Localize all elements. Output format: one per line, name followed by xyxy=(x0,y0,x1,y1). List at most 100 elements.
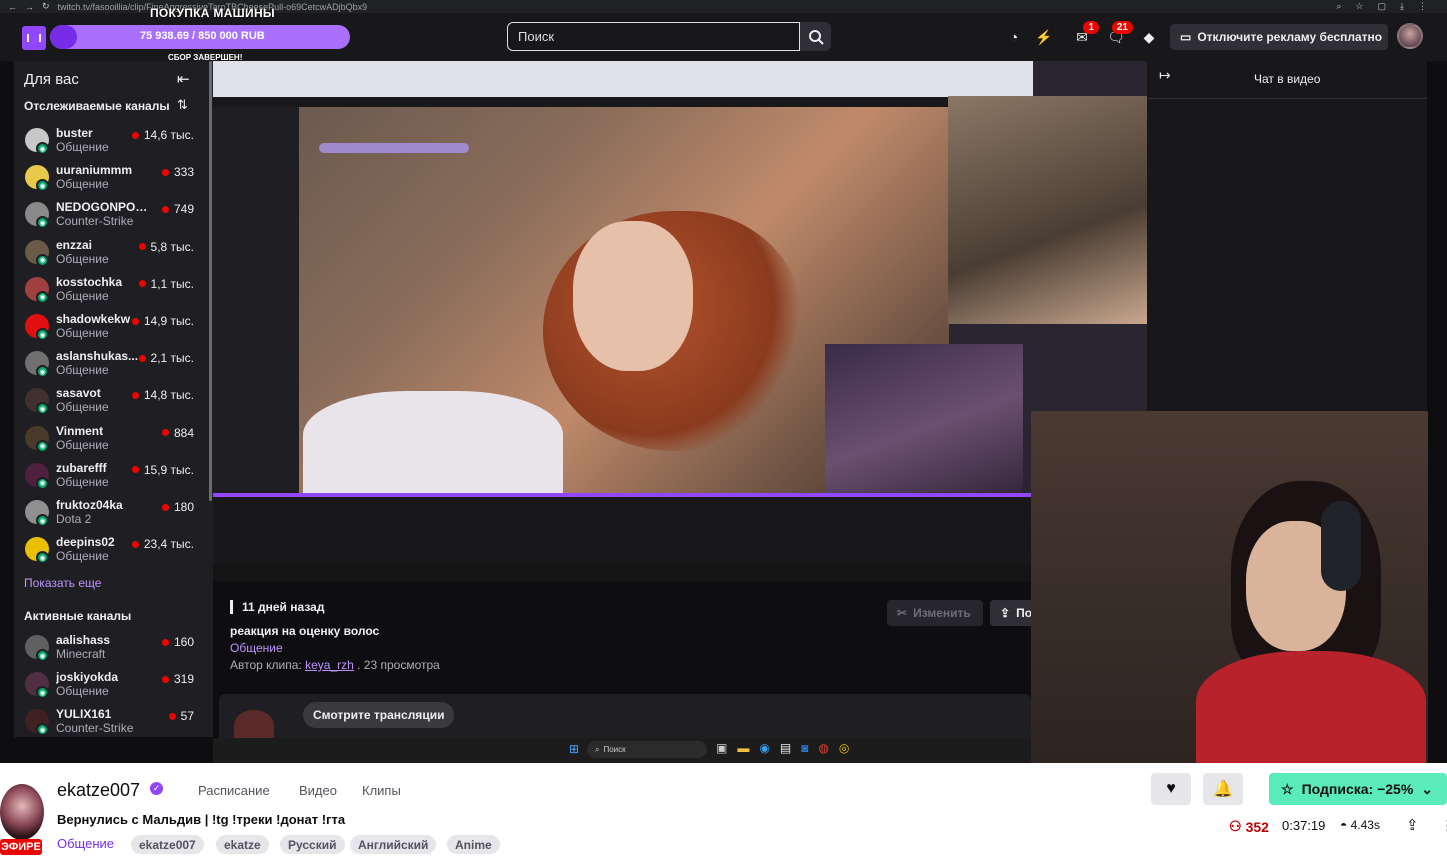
drops-icon[interactable]: ◔ xyxy=(1005,28,1023,46)
sidebar-channel-item[interactable]: ◉ enzzai Общение 5,8 тыс. xyxy=(14,234,213,271)
channel-name: fruktoz04ka xyxy=(56,498,123,512)
sidebar-channel-item[interactable]: ◉ joskiyokda Общение 319 xyxy=(14,666,213,703)
notify-button[interactable]: 🔔 xyxy=(1203,773,1243,805)
collapse-sidebar-icon[interactable]: ⇤ xyxy=(177,70,190,88)
stream-category-link[interactable]: Общение xyxy=(57,836,114,851)
sidebar-channel-item[interactable]: ◉ sasavot Общение 14,8 тыс. xyxy=(14,382,213,419)
sidebar-channel-item[interactable]: ◉ buster Общение 14,6 тыс. xyxy=(14,122,213,159)
sidebar-channel-item[interactable]: ◉ deepins02 Общение 23,4 тыс. xyxy=(14,531,213,568)
follow-button[interactable]: ♥ xyxy=(1151,773,1191,805)
download-icon[interactable]: ⤓ xyxy=(1400,1,1404,12)
live-indicator-icon: ◉ xyxy=(36,686,49,700)
viewer-count-value: 333 xyxy=(173,165,194,180)
viewer-count: 884 xyxy=(161,425,194,440)
outlook-icon[interactable]: ◙ xyxy=(801,741,808,755)
inbox-button[interactable]: ✉ 1 xyxy=(1073,21,1099,46)
video-player[interactable] xyxy=(213,61,1147,582)
tag-pill[interactable]: Русский xyxy=(280,835,345,854)
clip-author-line: Автор клипа: keya_rzh . 23 просмотра xyxy=(230,658,440,672)
tag-pill[interactable]: ekatze007 xyxy=(131,835,204,854)
edge-icon[interactable]: ◉ xyxy=(759,741,769,755)
more-options-icon[interactable]: ⋮ xyxy=(1440,816,1447,834)
star-icon[interactable]: ☆ xyxy=(1355,1,1363,12)
bits-icon[interactable]: ◆ xyxy=(1140,28,1158,46)
sidebar-channel-item[interactable]: ◉ shadowkekw Общение 14,9 тыс. xyxy=(14,308,213,345)
subscribe-button[interactable]: ☆ Подписка: −25% ⌄ xyxy=(1269,773,1447,805)
cam-overlay-1 xyxy=(948,96,1147,324)
extensions-icon[interactable]: ▢ xyxy=(1378,1,1387,12)
twitch-logo-icon[interactable] xyxy=(22,26,46,50)
sidebar-channel-item[interactable]: ◉ Vinment Общение 884 xyxy=(14,420,213,457)
channel-name[interactable]: ekatze007 xyxy=(57,780,140,801)
viewer-count-value: 884 xyxy=(173,425,194,440)
sidebar-channel-item[interactable]: ◉ aalishass Minecraft 160 xyxy=(14,629,213,666)
ad-free-button[interactable]: ▭ Отключите рекламу бесплатно xyxy=(1170,24,1388,50)
clip-author-link[interactable]: keya_rzh xyxy=(305,658,354,672)
viewer-count: 160 xyxy=(161,635,194,649)
sort-icon[interactable]: ⇅ xyxy=(177,97,188,113)
channel-category: Общение xyxy=(56,140,109,154)
viewer-count-value: 23,4 тыс. xyxy=(143,537,194,552)
show-more-link[interactable]: Показать еще xyxy=(24,576,101,590)
viewer-count: 14,6 тыс. xyxy=(131,128,194,142)
nested-browser-bar xyxy=(213,61,1033,97)
user-avatar[interactable] xyxy=(1397,23,1423,49)
back-icon[interactable]: ← xyxy=(8,2,17,12)
reload-icon[interactable]: ↻ xyxy=(42,1,50,12)
notifications-button[interactable]: 🗨 21 xyxy=(1107,21,1133,46)
tab-clips[interactable]: Клипы xyxy=(362,783,401,798)
chrome-icon[interactable]: ◎ xyxy=(839,741,849,755)
edit-label: Изменить xyxy=(913,606,971,620)
prime-icon[interactable]: ⚡ xyxy=(1035,28,1053,46)
tag-pill[interactable]: Anime xyxy=(447,835,500,854)
taskbar-search[interactable]: ⌕ Поиск xyxy=(587,741,707,758)
store-icon[interactable]: ▤ xyxy=(780,741,791,755)
active-channels-heading: Активные каналы xyxy=(24,609,132,623)
live-dot-icon xyxy=(161,675,169,683)
channel-name: YULIX161 xyxy=(56,707,112,722)
sidebar-channel-item[interactable]: ◉ YULIX161 Counter-Strike 57 xyxy=(14,703,213,737)
menu-icon[interactable]: ⋮ xyxy=(1418,1,1427,12)
tag-pill[interactable]: Английский xyxy=(350,835,437,854)
sidebar-channel-item[interactable]: ◉ uuraniummm Общение 333 xyxy=(14,159,213,196)
viewer-count: 14,8 тыс. xyxy=(131,388,194,402)
sidebar-channel-item[interactable]: ◉ NEDOGONPOLYA Counter-Strike 749 xyxy=(14,196,213,233)
start-icon[interactable]: ⊞ xyxy=(569,742,579,756)
zoom-icon[interactable]: ⌕ xyxy=(1336,1,1341,12)
nested-clip-info xyxy=(213,497,1033,567)
forward-icon[interactable]: → xyxy=(25,2,34,12)
share-clip-button[interactable]: ⇪ По xyxy=(990,600,1036,626)
live-dot-icon xyxy=(168,712,176,720)
channel-avatar[interactable] xyxy=(0,784,44,840)
goal-title: ПОКУПКА МАШИНЫ xyxy=(150,6,275,20)
watch-streams-button[interactable]: Смотрите трансляции xyxy=(303,702,455,728)
channel-name: enzzai xyxy=(56,237,93,252)
sidebar-channel-item[interactable]: ◉ zubarefff Общение 15,9 тыс. xyxy=(14,457,213,494)
clip-author-prefix: Автор клипа: xyxy=(230,658,306,672)
explorer-icon[interactable]: ▬ xyxy=(737,741,749,755)
search-button[interactable] xyxy=(800,22,831,51)
channel-name: aslanshukas... xyxy=(56,349,139,364)
sidebar-scrollbar[interactable] xyxy=(209,61,212,501)
viewer-count-value: 352 xyxy=(1245,818,1269,835)
tag-pill[interactable]: ekatze xyxy=(216,835,269,854)
app-icon[interactable]: ◍ xyxy=(818,741,828,755)
sidebar-channel-item[interactable]: ◉ aslanshukas... Общение 2,1 тыс. xyxy=(14,345,213,382)
search-input[interactable] xyxy=(507,22,800,51)
bell-icon: 🔔 xyxy=(1213,781,1233,798)
sidebar-channel-item[interactable]: ◉ fruktoz04ka Dota 2 180 xyxy=(14,494,213,531)
live-indicator-icon: ◉ xyxy=(36,328,49,341)
sidebar: Для вас ⇤ Отслеживаемые каналы ⇅ ◉ buster… xyxy=(14,61,213,737)
edit-clip-button[interactable]: ✂ Изменить xyxy=(887,600,983,626)
share-icon[interactable]: ⇪ xyxy=(1406,816,1419,834)
viewer-count: 749 xyxy=(161,202,194,216)
donation-goal-bar: 75 938.69 / 850 000 RUB xyxy=(50,25,350,49)
taskview-icon[interactable]: ▣ xyxy=(716,741,727,755)
tab-schedule[interactable]: Расписание xyxy=(198,783,270,798)
live-dot-icon xyxy=(138,243,146,251)
tab-videos[interactable]: Видео xyxy=(299,783,337,798)
live-dot-icon xyxy=(161,168,169,176)
expand-chat-icon[interactable]: ↦ xyxy=(1159,67,1171,84)
clip-category-link[interactable]: Общение xyxy=(230,641,283,655)
sidebar-channel-item[interactable]: ◉ kosstochka Общение 1,1 тыс. xyxy=(14,271,213,308)
